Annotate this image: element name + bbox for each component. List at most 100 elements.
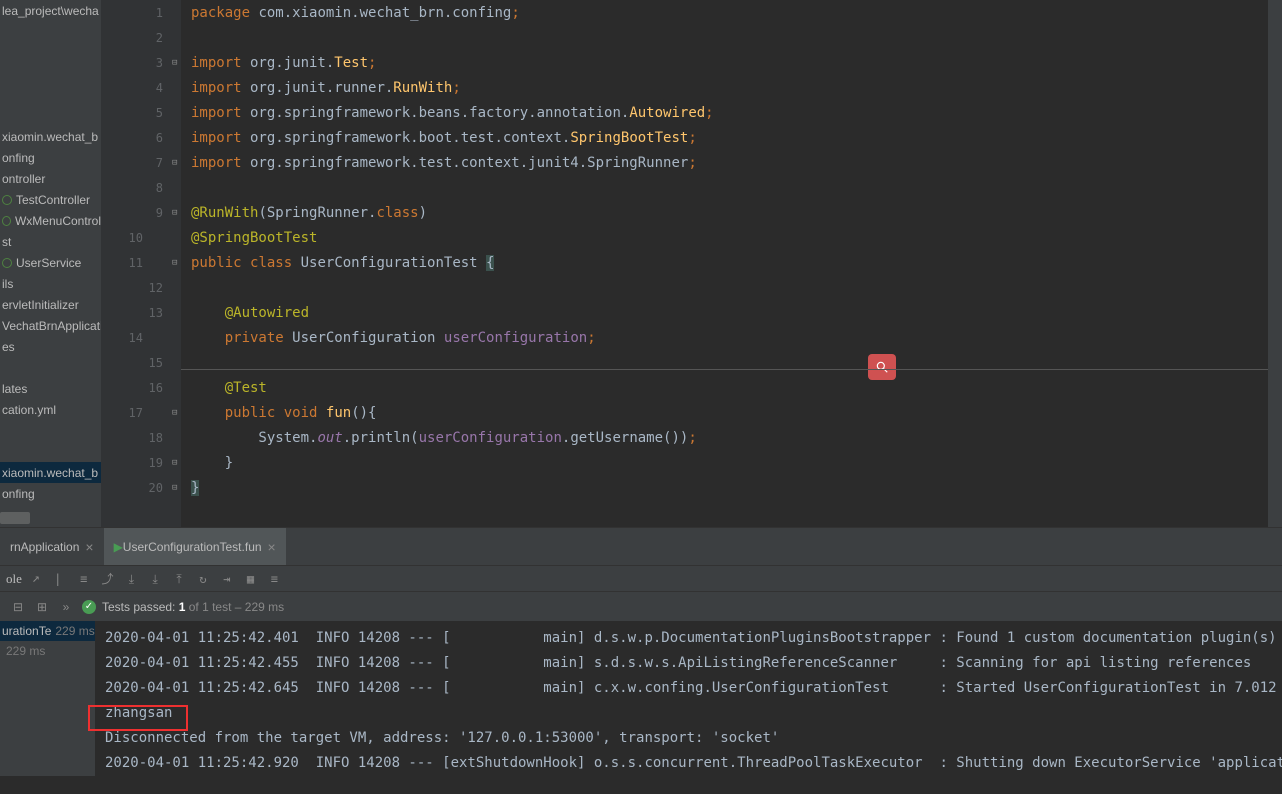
fold-mark-icon[interactable]: ⊟ <box>172 208 180 216</box>
fold-mark-icon[interactable]: ⊟ <box>172 158 180 166</box>
test-status-bar: ⊟ ⊞ » ✓ Tests passed: 1 of 1 test – 229 ms <box>0 591 1282 621</box>
console-label: ole <box>6 571 22 587</box>
fold-mark-icon[interactable]: ⊟ <box>172 483 180 491</box>
line-number: 7 <box>101 150 171 175</box>
toolbar-icon[interactable]: ⇥ <box>219 571 235 587</box>
bottom-panel: urationTe229 ms229 ms 2020-04-01 11:25:4… <box>0 621 1282 776</box>
code-line[interactable] <box>181 175 1268 200</box>
fold-mark-icon[interactable]: ⊟ <box>172 58 180 66</box>
tests-passed-icon: ✓ <box>82 600 96 614</box>
code-line[interactable] <box>181 275 1268 300</box>
line-number: 18 <box>101 425 171 450</box>
search-badge-icon[interactable] <box>868 354 896 380</box>
line-number: 14➜ <box>101 325 171 350</box>
toolbar-icon[interactable]: ▦ <box>243 571 259 587</box>
close-icon[interactable]: × <box>268 539 276 555</box>
code-line[interactable]: } <box>181 475 1268 500</box>
code-line[interactable]: import org.springframework.test.context.… <box>181 150 1268 175</box>
sidebar-item[interactable]: onfing <box>0 147 101 168</box>
code-editor[interactable]: package com.xiaomin.wechat_brn.confing;i… <box>181 0 1268 527</box>
sidebar-item[interactable]: ils <box>0 273 101 294</box>
code-line[interactable]: import org.junit.runner.RunWith; <box>181 75 1268 100</box>
code-line[interactable]: @SpringBootTest <box>181 225 1268 250</box>
status-tree-icon[interactable]: » <box>58 599 74 615</box>
class-icon <box>2 195 12 205</box>
toolbar-icon[interactable]: ↻ <box>195 571 211 587</box>
code-line[interactable]: public void fun(){ <box>181 400 1268 425</box>
status-tree-icon[interactable]: ⊟ <box>10 599 26 615</box>
test-tree[interactable]: urationTe229 ms229 ms <box>0 621 95 776</box>
test-tree-item[interactable]: urationTe229 ms <box>0 621 95 641</box>
status-text: Tests passed: 1 of 1 test – 229 ms <box>102 600 284 614</box>
fold-mark-icon[interactable]: ⊟ <box>172 258 180 266</box>
toolbar-sep: | <box>50 571 66 587</box>
code-line[interactable]: @Autowired <box>181 300 1268 325</box>
console-line: 2020-04-01 11:25:42.401 INFO 14208 --- [… <box>105 625 1272 650</box>
sidebar-item[interactable]: UserService <box>0 252 101 273</box>
line-number: 12 <box>101 275 171 300</box>
fold-column: ⊟ ⊟ ⊟ ⊟ ⊟ ⊟ ⊟ <box>171 0 181 527</box>
console-line: 2020-04-01 11:25:42.645 INFO 14208 --- [… <box>105 675 1272 700</box>
sidebar-item[interactable] <box>0 420 101 441</box>
console-line: 2020-04-01 11:25:42.920 INFO 14208 --- [… <box>105 750 1272 775</box>
toolbar-icon[interactable]: ≡ <box>76 571 92 587</box>
toolbar-icon[interactable]: ⤒ <box>171 571 187 587</box>
code-line[interactable]: } <box>181 450 1268 475</box>
line-number: 6 <box>101 125 171 150</box>
toolbar-icon[interactable]: ≡ <box>266 571 282 587</box>
project-sidebar[interactable]: lea_project\wecha xiaomin.wechat_bonfing… <box>0 0 101 527</box>
code-line[interactable]: import org.springframework.boot.test.con… <box>181 125 1268 150</box>
sidebar-item[interactable]: st <box>0 231 101 252</box>
toolbar-icon[interactable]: ⤴ <box>100 570 116 586</box>
code-line[interactable]: @Test <box>181 375 1268 400</box>
console-line: 2020-04-01 11:25:42.455 INFO 14208 --- [… <box>105 650 1272 675</box>
class-icon <box>2 258 12 268</box>
code-line[interactable]: System.out.println(userConfiguration.get… <box>181 425 1268 450</box>
line-number: 20 <box>101 475 171 500</box>
sidebar-scrollbar[interactable] <box>0 510 101 527</box>
code-line[interactable]: import org.junit.Test; <box>181 50 1268 75</box>
sidebar-item[interactable]: es <box>0 336 101 357</box>
code-line[interactable] <box>181 350 1268 375</box>
console-toolbar: ole ↗ | ≡ ⤴ ⤓ ⤓ ⤒ ↻ ⇥ ▦ ≡ <box>0 565 1282 591</box>
line-number: 4 <box>101 75 171 100</box>
sidebar-item[interactable]: TestController <box>0 189 101 210</box>
close-icon[interactable]: × <box>85 539 93 555</box>
sidebar-item[interactable]: WxMenuControl <box>0 210 101 231</box>
code-line[interactable]: import org.springframework.beans.factory… <box>181 100 1268 125</box>
sidebar-item[interactable]: xiaomin.wechat_b <box>0 462 101 483</box>
status-tree-icon[interactable]: ⊞ <box>34 599 50 615</box>
run-tab[interactable]: rnApplication× <box>0 528 104 565</box>
toolbar-icon[interactable]: ⤓ <box>147 571 163 587</box>
test-tree-item[interactable]: 229 ms <box>0 641 95 661</box>
sidebar-item[interactable]: xiaomin.wechat_b <box>0 126 101 147</box>
line-number: 3 <box>101 50 171 75</box>
fold-mark-icon[interactable]: ⊟ <box>172 458 180 466</box>
line-number: 10❀ <box>101 225 171 250</box>
line-number: 17 <box>101 400 171 425</box>
sidebar-item[interactable]: ervletInitializer <box>0 294 101 315</box>
line-number: 1 <box>101 0 171 25</box>
sidebar-item[interactable]: lates <box>0 378 101 399</box>
sidebar-item[interactable] <box>0 357 101 378</box>
code-line[interactable]: @RunWith(SpringRunner.class) <box>181 200 1268 225</box>
code-line[interactable]: public class UserConfigurationTest { <box>181 250 1268 275</box>
editor-scrollbar[interactable] <box>1268 0 1282 527</box>
sidebar-item[interactable] <box>0 441 101 462</box>
sidebar-item[interactable]: ontroller <box>0 168 101 189</box>
code-line[interactable]: package com.xiaomin.wechat_brn.confing; <box>181 0 1268 25</box>
sidebar-item[interactable]: onfing <box>0 483 101 504</box>
run-tabs-bar: rnApplication×▶ UserConfigurationTest.fu… <box>0 527 1282 565</box>
line-number: 13 <box>101 300 171 325</box>
fold-mark-icon[interactable]: ⊟ <box>172 408 180 416</box>
run-tab[interactable]: ▶ UserConfigurationTest.fun× <box>104 528 286 565</box>
toolbar-icon[interactable]: ⤓ <box>123 571 139 587</box>
code-line[interactable] <box>181 25 1268 50</box>
main-layout: lea_project\wecha xiaomin.wechat_bonfing… <box>0 0 1282 527</box>
console-output[interactable]: 2020-04-01 11:25:42.401 INFO 14208 --- [… <box>95 621 1282 776</box>
line-number: 9 <box>101 200 171 225</box>
sidebar-item[interactable]: cation.yml <box>0 399 101 420</box>
sidebar-item[interactable]: VechatBrnApplicati <box>0 315 101 336</box>
code-line[interactable]: private UserConfiguration userConfigurat… <box>181 325 1268 350</box>
line-number: 8 <box>101 175 171 200</box>
